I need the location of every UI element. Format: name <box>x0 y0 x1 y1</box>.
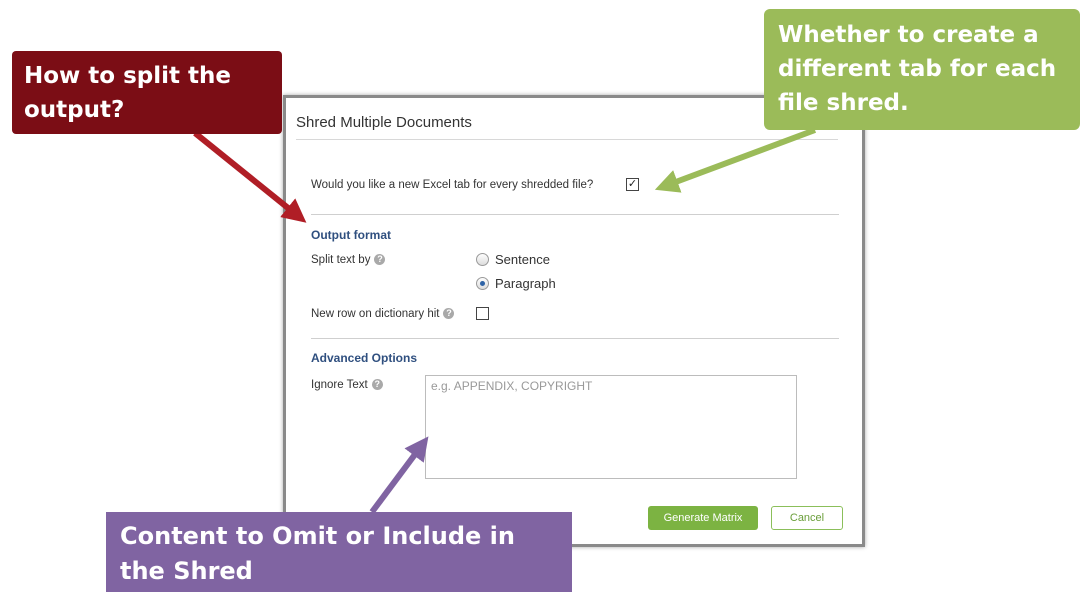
radio-paragraph-label: Paragraph <box>495 276 556 291</box>
ignore-text-input[interactable]: e.g. APPENDIX, COPYRIGHT <box>425 375 797 479</box>
shred-dialog: Shred Multiple Documents Would you like … <box>283 95 865 547</box>
output-format-heading: Output format <box>311 228 391 242</box>
radio-sentence-circle[interactable] <box>476 253 489 266</box>
radio-paragraph[interactable]: Paragraph <box>476 276 556 291</box>
dialog-title: Shred Multiple Documents <box>296 114 472 131</box>
help-icon[interactable]: ? <box>374 254 386 266</box>
new-tab-checkbox[interactable]: ✓ <box>626 178 639 191</box>
new-row-checkbox[interactable] <box>476 307 489 320</box>
cancel-button[interactable]: Cancel <box>771 506 843 530</box>
split-text-label: Split text by? <box>311 254 386 266</box>
content-callout: Content to Omit or Include in the Shred <box>106 512 572 592</box>
divider <box>311 338 839 339</box>
radio-sentence-label: Sentence <box>495 252 550 267</box>
new-row-label: New row on dictionary hit? <box>311 308 455 320</box>
divider <box>311 214 839 215</box>
help-icon[interactable]: ? <box>371 379 383 391</box>
radio-sentence[interactable]: Sentence <box>476 252 550 267</box>
new-row-label-text: New row on dictionary hit <box>311 308 440 320</box>
new-tab-callout: Whether to create a different tab for ea… <box>764 9 1080 130</box>
ignore-text-label-text: Ignore Text <box>311 379 368 391</box>
generate-matrix-button[interactable]: Generate Matrix <box>648 506 758 530</box>
split-output-callout: How to split the output? <box>12 51 282 134</box>
advanced-options-heading: Advanced Options <box>311 351 418 365</box>
title-divider <box>296 139 838 140</box>
split-text-label-text: Split text by <box>311 254 371 266</box>
new-tab-question: Would you like a new Excel tab for every… <box>311 179 594 191</box>
help-icon[interactable]: ? <box>443 308 455 320</box>
radio-paragraph-circle[interactable] <box>476 277 489 290</box>
ignore-text-label: Ignore Text? <box>311 379 383 391</box>
